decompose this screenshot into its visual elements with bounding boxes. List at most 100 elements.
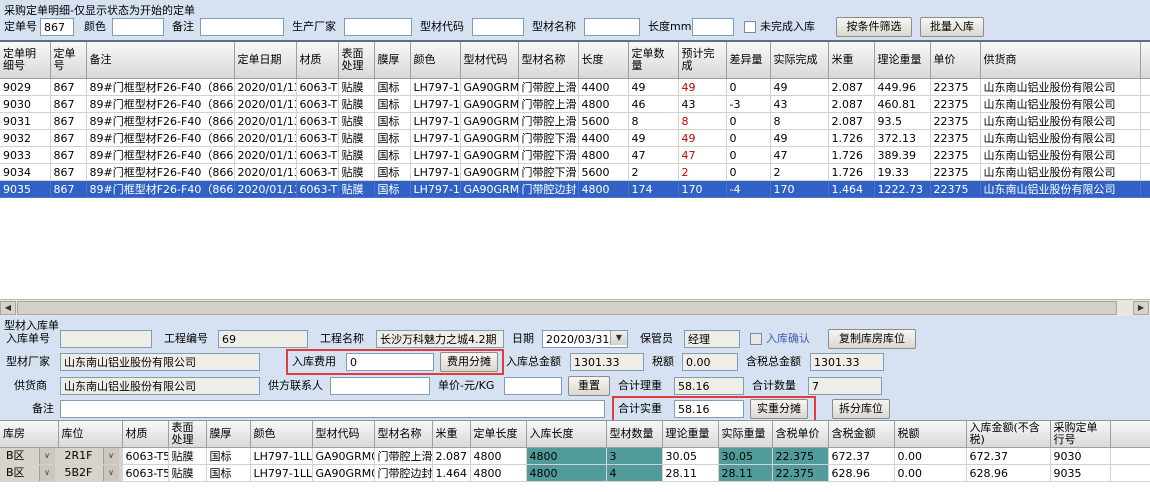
order-table-cell[interactable]: 1.726 <box>828 130 874 147</box>
order-table-cell[interactable]: 4400 <box>578 130 628 147</box>
chevron-down-icon[interactable]: ∨ <box>103 448 119 464</box>
inbound-table-cell[interactable]: 9030 <box>1050 448 1110 465</box>
inbound-table-cell[interactable]: LH797-1LL0 <box>250 448 312 465</box>
order-table-cell[interactable]: 49 <box>770 130 828 147</box>
order-table-cell[interactable]: GA90GRM03 <box>460 113 518 130</box>
order-table-cell[interactable]: 8 <box>678 113 726 130</box>
order-table-cell[interactable]: 2.087 <box>828 79 874 96</box>
order-table-cell[interactable]: 0 <box>726 130 770 147</box>
supplier-contact-input[interactable] <box>330 377 430 395</box>
unfinished-inbound-checkbox[interactable] <box>744 21 756 33</box>
order-table-row[interactable]: 903586789#门框型材F26-F40（866+867）2020/01/13… <box>0 181 1150 198</box>
warehouse-combo[interactable]: B区∨ <box>0 448 58 465</box>
project-name-input[interactable] <box>376 330 504 348</box>
order-table-cell[interactable]: 山东南山铝业股份有限公司 <box>980 181 1140 198</box>
order-table-cell[interactable]: 2020/01/13 <box>234 79 296 96</box>
order-table-cell[interactable]: 2020/01/13 <box>234 164 296 181</box>
inbound-column-header[interactable]: 含税金额 <box>828 421 894 448</box>
order-table-cell[interactable]: 89#门框型材F26-F40（866+867） <box>86 130 234 147</box>
order-column-header[interactable]: 理论重量 <box>874 42 930 79</box>
scroll-thumb[interactable] <box>17 301 1117 315</box>
order-table-cell[interactable] <box>1140 164 1150 181</box>
order-table-cell[interactable]: 49 <box>678 130 726 147</box>
filter-by-condition-button[interactable]: 按条件筛选 <box>836 17 912 37</box>
order-table-cell[interactable]: 国标 <box>374 130 410 147</box>
filter-remark-input[interactable] <box>200 18 284 36</box>
order-table-cell[interactable]: 2020/01/13 <box>234 147 296 164</box>
order-table-cell[interactable]: LH797-1LL0 <box>410 79 460 96</box>
order-table-cell[interactable]: 山东南山铝业股份有限公司 <box>980 96 1140 113</box>
total-theory-weight-input[interactable] <box>674 377 744 395</box>
inbound-table-cell[interactable]: 门带腔边封 <box>374 465 432 482</box>
order-column-header[interactable]: 差异量 <box>726 42 770 79</box>
order-table-cell[interactable]: -3 <box>726 96 770 113</box>
order-table-cell[interactable]: 山东南山铝业股份有限公司 <box>980 130 1140 147</box>
order-table-cell[interactable]: 460.81 <box>874 96 930 113</box>
order-column-header[interactable]: 膜厚 <box>374 42 410 79</box>
order-table-cell[interactable]: 89#门框型材F26-F40（866+867） <box>86 181 234 198</box>
order-table-cell[interactable]: LH797-1LL0 <box>410 113 460 130</box>
actual-weight-allocate-button[interactable]: 实重分摊 <box>750 399 808 419</box>
inbound-table-cell[interactable]: 30.05 <box>662 448 718 465</box>
order-table-cell[interactable]: GA90GRM04 <box>460 164 518 181</box>
order-table-cell[interactable]: 89#门框型材F26-F40（866+867） <box>86 147 234 164</box>
remark-input[interactable] <box>60 400 605 418</box>
order-table-cell[interactable]: 6063-T5 <box>296 130 338 147</box>
inbound-column-header[interactable]: 型材名称 <box>374 421 432 448</box>
order-column-header[interactable]: 定单日期 <box>234 42 296 79</box>
order-table-cell[interactable]: 22375 <box>930 113 980 130</box>
inbound-table-cell[interactable]: 628.96 <box>828 465 894 482</box>
order-table-cell[interactable] <box>1140 113 1150 130</box>
order-table-cell[interactable] <box>1140 79 1150 96</box>
order-column-header[interactable]: 实际完成 <box>770 42 828 79</box>
scroll-left-button[interactable]: ◀ <box>0 301 16 315</box>
scroll-right-button[interactable]: ▶ <box>1133 301 1149 315</box>
order-table-cell[interactable] <box>1140 130 1150 147</box>
order-table-cell[interactable]: 22375 <box>930 96 980 113</box>
order-table-cell[interactable]: 46 <box>628 96 678 113</box>
inbound-table-cell[interactable]: LH797-1LL0 <box>250 465 312 482</box>
split-slot-button[interactable]: 拆分库位 <box>832 399 890 419</box>
order-table-cell[interactable]: LH797-1LL0 <box>410 164 460 181</box>
order-table-cell[interactable]: LH797-1LL0 <box>410 96 460 113</box>
order-table-cell[interactable]: 372.13 <box>874 130 930 147</box>
order-table-cell[interactable]: 9033 <box>0 147 50 164</box>
order-table-cell[interactable]: 贴膜 <box>338 164 374 181</box>
inbound-column-header[interactable]: 型材代码 <box>312 421 374 448</box>
filter-order-no-input[interactable] <box>40 18 74 36</box>
order-table-cell[interactable]: 国标 <box>374 96 410 113</box>
inbound-table-cell[interactable]: 22.375 <box>772 448 828 465</box>
order-table-cell[interactable]: 国标 <box>374 79 410 96</box>
tax-input[interactable] <box>682 353 738 371</box>
order-column-header[interactable]: 预计完成 <box>678 42 726 79</box>
inbound-column-header[interactable]: 表面处理 <box>168 421 206 448</box>
order-table-cell[interactable]: 贴膜 <box>338 147 374 164</box>
order-column-header[interactable]: 材质 <box>296 42 338 79</box>
inbound-column-header[interactable]: 型材数量 <box>606 421 662 448</box>
batch-inbound-button[interactable]: 批量入库 <box>920 17 984 37</box>
supplier-input[interactable] <box>60 377 260 395</box>
order-table-row[interactable]: 903486789#门框型材F26-F40（866+867）2020/01/13… <box>0 164 1150 181</box>
inbound-table-row[interactable]: B区∨2R1F∨6063-T5贴膜国标LH797-1LL0GA90GRM03门带… <box>0 448 1150 465</box>
filter-profile-code-input[interactable] <box>472 18 524 36</box>
inbound-column-header[interactable]: 颜色 <box>250 421 312 448</box>
order-table-cell[interactable]: 49 <box>770 79 828 96</box>
inbound-table-cell[interactable]: 贴膜 <box>168 465 206 482</box>
order-table-cell[interactable]: 0 <box>726 147 770 164</box>
order-table-row[interactable]: 903086789#门框型材F26-F40（866+867）2020/01/13… <box>0 96 1150 113</box>
inbound-table-cell[interactable]: 0.00 <box>894 465 966 482</box>
order-table-cell[interactable]: 门带腔下滑 <box>518 147 578 164</box>
unit-price-input[interactable] <box>504 377 562 395</box>
inbound-table-cell[interactable]: 4800 <box>526 465 606 482</box>
order-table-cell[interactable]: 2 <box>678 164 726 181</box>
inbound-no-input[interactable] <box>60 330 152 348</box>
order-column-header[interactable]: 表面处理 <box>338 42 374 79</box>
fee-allocate-button[interactable]: 费用分摊 <box>440 352 498 372</box>
order-table-cell[interactable]: 867 <box>50 164 86 181</box>
order-table-cell[interactable]: 9032 <box>0 130 50 147</box>
order-table-cell[interactable]: 6063-T5 <box>296 113 338 130</box>
order-table-cell[interactable]: GA90GRM03 <box>460 79 518 96</box>
inbound-column-header[interactable]: 采购定单行号 <box>1050 421 1110 448</box>
order-table-row[interactable]: 903286789#门框型材F26-F40（866+867）2020/01/13… <box>0 130 1150 147</box>
order-table-cell[interactable]: 22375 <box>930 79 980 96</box>
